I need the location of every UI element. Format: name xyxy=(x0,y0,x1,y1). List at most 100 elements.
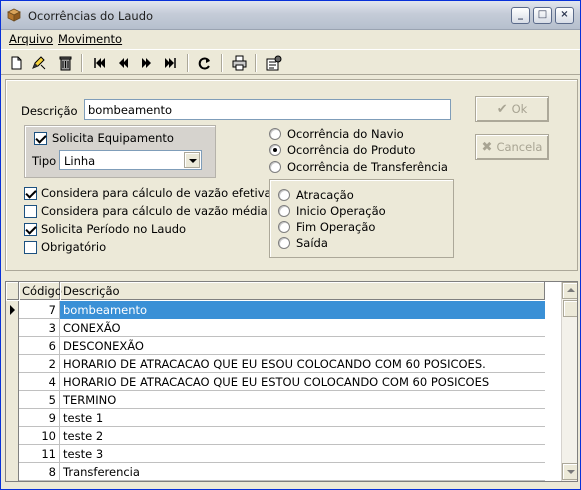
descricao-input[interactable] xyxy=(84,99,451,120)
ocorrencias-grid[interactable]: Código Descrição 7 bombeamento 3 CONEXÃO 6… xyxy=(5,281,578,482)
solicita-equipamento-checkbox[interactable] xyxy=(34,132,47,145)
inicio-operacao-radio[interactable] xyxy=(278,205,290,217)
row-code: 6 xyxy=(19,337,60,355)
menu-arquivo-label: Arquivo xyxy=(9,32,54,46)
table-row[interactable]: 8 Transferencia xyxy=(6,463,545,481)
new-icon[interactable] xyxy=(6,53,26,73)
row-desc: HORARIO DE ATRACACAO QUE EU ESOU COLOCAN… xyxy=(63,357,486,371)
chevron-down-icon[interactable] xyxy=(184,152,200,168)
header-descricao[interactable]: Descrição xyxy=(60,282,545,300)
table-row[interactable]: 7 bombeamento xyxy=(6,301,545,319)
table-row[interactable]: 9 teste 1 xyxy=(6,409,545,427)
row-desc: HORARIO DE ATRACACAO QUE EU ESTOU COLOCA… xyxy=(63,375,490,389)
row-indicator xyxy=(6,463,19,481)
row-desc: DESCONEXÃO xyxy=(63,339,144,353)
menu-movimento[interactable]: Movimento xyxy=(58,32,122,46)
title-bar[interactable]: Ocorrências do Laudo _ □ × xyxy=(1,1,580,30)
solicita-periodo-label: Solicita Período no Laudo xyxy=(41,222,187,236)
minimize-button[interactable]: _ xyxy=(511,7,530,24)
check-icon: ✔ xyxy=(496,102,508,117)
form-panel: Descrição ✔Ok ✖Cancela Solicita Equipame… xyxy=(5,79,578,271)
delete-icon[interactable] xyxy=(55,53,75,73)
tipo-label: Tipo xyxy=(32,154,57,168)
toolbar-separator xyxy=(187,54,189,72)
row-indicator xyxy=(6,427,19,445)
refresh-icon[interactable] xyxy=(195,53,215,73)
toolbar-separator xyxy=(81,54,83,72)
row-indicator xyxy=(6,355,19,373)
ocorrencia-produto-label: Ocorrência do Produto xyxy=(287,143,416,157)
ok-button[interactable]: ✔ Ok xyxy=(475,96,549,122)
scroll-thumb[interactable] xyxy=(563,300,577,317)
menu-arquivo[interactable]: Arquivo xyxy=(9,32,53,46)
menu-movimento-label: Movimento xyxy=(58,32,123,46)
table-row[interactable]: 6 DESCONEXÃO xyxy=(6,337,545,355)
row-code: 8 xyxy=(19,463,60,481)
row-indicator xyxy=(6,373,19,391)
row-code: 9 xyxy=(19,409,60,427)
vazao-efetiva-checkbox[interactable] xyxy=(24,187,37,200)
equipamento-group: Solicita Equipamento Tipo Linha xyxy=(24,125,216,178)
scroll-up-icon[interactable] xyxy=(562,282,577,299)
header-indicator xyxy=(6,282,19,300)
table-row[interactable]: 11 teste 3 xyxy=(6,445,545,463)
current-row-indicator-icon xyxy=(6,301,19,319)
table-row[interactable]: 3 CONEXÃO xyxy=(6,319,545,337)
solicita-equipamento-label: Solicita Equipamento xyxy=(52,131,174,145)
tipo-value: Linha xyxy=(64,154,96,168)
row-code: 3 xyxy=(19,319,60,337)
previous-record-icon[interactable] xyxy=(113,53,133,73)
print-icon[interactable] xyxy=(229,53,249,73)
row-indicator xyxy=(6,409,19,427)
close-button[interactable]: × xyxy=(555,7,574,24)
toolbar-separator xyxy=(221,54,223,72)
row-code: 4 xyxy=(19,373,60,391)
ocorrencia-navio-radio[interactable] xyxy=(269,128,281,140)
row-desc: teste 2 xyxy=(63,429,104,443)
grid-header: Código Descrição xyxy=(6,282,545,300)
first-record-icon[interactable] xyxy=(89,53,109,73)
row-code: 2 xyxy=(19,355,60,373)
vertical-scrollbar[interactable] xyxy=(561,282,577,481)
last-record-icon[interactable] xyxy=(161,53,181,73)
table-row[interactable]: 2 HORARIO DE ATRACACAO QUE EU ESOU COLOCA… xyxy=(6,355,545,373)
operacao-group: Atracação Inicio Operação Fim Operação S… xyxy=(269,179,454,258)
ocorrencia-produto-radio[interactable] xyxy=(269,144,281,156)
ocorrencia-navio-label: Ocorrência do Navio xyxy=(287,127,404,141)
vazao-media-label: Considera para cálculo de vazão média xyxy=(41,204,268,218)
tipo-select[interactable]: Linha xyxy=(59,150,202,170)
header-codigo[interactable]: Código xyxy=(19,282,62,300)
edit-icon[interactable] xyxy=(28,53,48,73)
row-desc: Transferencia xyxy=(63,465,140,479)
table-row[interactable]: 5 TERMINO xyxy=(6,391,545,409)
solicita-periodo-checkbox[interactable] xyxy=(24,223,37,236)
row-indicator xyxy=(6,391,19,409)
saida-radio[interactable] xyxy=(278,237,290,249)
obrigatorio-label: Obrigatório xyxy=(41,240,107,254)
ok-label: Ok xyxy=(511,102,528,116)
menu-bar: Arquivo Movimento xyxy=(1,30,580,48)
table-row[interactable]: 10 teste 2 xyxy=(6,427,545,445)
next-record-icon[interactable] xyxy=(137,53,157,73)
row-code: 11 xyxy=(19,445,60,463)
main-window: Ocorrências do Laudo _ □ × Arquivo Movim… xyxy=(0,0,581,490)
ocorrencia-transferencia-radio[interactable] xyxy=(269,161,281,173)
app-box-icon xyxy=(7,8,21,22)
obrigatorio-checkbox[interactable] xyxy=(24,241,37,254)
row-desc: bombeamento xyxy=(60,301,545,319)
row-code: 5 xyxy=(19,391,60,409)
scroll-down-icon[interactable] xyxy=(562,463,577,480)
fim-operacao-radio[interactable] xyxy=(278,221,290,233)
inicio-operacao-label: Inicio Operação xyxy=(296,204,386,218)
maximize-button[interactable]: □ xyxy=(533,7,552,24)
row-code: 7 xyxy=(19,301,60,319)
atracacao-radio[interactable] xyxy=(278,189,290,201)
vazao-media-checkbox[interactable] xyxy=(24,205,37,218)
toolbar-separator xyxy=(255,54,257,72)
window-title: Ocorrências do Laudo xyxy=(28,9,154,23)
row-code: 10 xyxy=(19,427,60,445)
cancel-button[interactable]: ✖ Cancela xyxy=(475,134,549,160)
config-icon[interactable] xyxy=(263,53,283,73)
table-row[interactable]: 4 HORARIO DE ATRACACAO QUE EU ESTOU COLOC… xyxy=(6,373,545,391)
row-desc: TERMINO xyxy=(63,393,117,407)
